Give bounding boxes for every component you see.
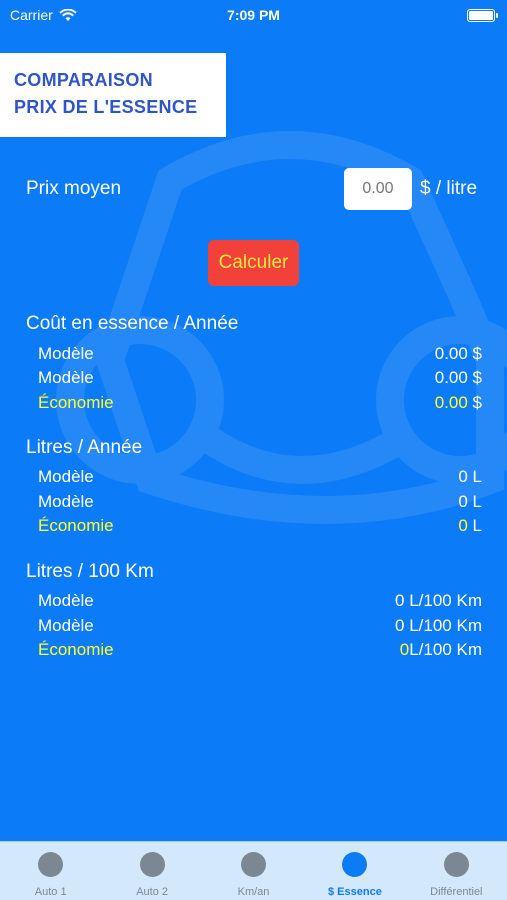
section-title-per100km: Litres / 100 Km: [26, 561, 154, 582]
tab-fuel-cost[interactable]: $ Essence: [304, 842, 405, 900]
tab-differential[interactable]: Différentiel: [406, 842, 507, 900]
status-time: 7:09 PM: [227, 7, 280, 23]
liters-model2-label: Modèle: [38, 492, 94, 511]
tab-bar: Auto 1 Auto 2 Km/an $ Essence Différenti…: [0, 841, 507, 900]
liters-model1-value: 0 L: [458, 467, 482, 486]
circle-icon: [241, 852, 267, 877]
tab-km-per-year[interactable]: Km/an: [203, 842, 304, 900]
calculate-button[interactable]: Calculer: [208, 240, 299, 286]
per100-model1-value: 0 L/100 Km: [395, 591, 482, 610]
tab-label: Auto 1: [34, 886, 67, 898]
per100-model2-label: Modèle: [38, 616, 94, 635]
circle-icon: [342, 852, 368, 877]
cost-savings-label: Économie: [38, 393, 114, 412]
cost-model1-label: Modèle: [38, 344, 94, 363]
section-title-liters: Litres / Année: [26, 437, 143, 458]
page-title-line2: PRIX DE L'ESSENCE: [14, 97, 198, 117]
per100-savings-value: 0L/100 Km: [400, 640, 482, 660]
price-unit-label: $ / litre: [420, 178, 478, 199]
liters-model2-value: 0 L: [458, 492, 482, 511]
cost-model2-value: 0.00 $: [434, 368, 482, 387]
tab-auto2[interactable]: Auto 2: [101, 842, 202, 900]
battery-icon: [467, 8, 498, 22]
per100-savings-amount: 0: [399, 640, 410, 659]
average-price-input[interactable]: [344, 168, 412, 210]
liters-savings-amount: 0: [458, 516, 468, 535]
tab-label: Différentiel: [430, 886, 483, 898]
tab-label: $ Essence: [328, 886, 382, 898]
status-bar: Carrier 7:09 PM: [0, 0, 507, 30]
circle-icon: [443, 852, 469, 877]
liters-model1-label: Modèle: [38, 467, 94, 486]
tab-label: Auto 2: [136, 886, 169, 898]
title-card: COMPARAISON PRIX DE L'ESSENCE: [0, 53, 226, 137]
cost-savings-amount: 0.00: [434, 393, 468, 412]
per100-model1-label: Modèle: [38, 591, 94, 610]
section-title-cost: Coût en essence / Année: [26, 313, 239, 334]
liters-savings-value: 0 L: [458, 516, 482, 536]
cost-model2-label: Modèle: [38, 368, 94, 387]
liters-savings-label: Économie: [38, 516, 114, 535]
average-price-label: Prix moyen: [26, 178, 122, 199]
cost-savings-value: 0.00 $: [435, 393, 482, 413]
tab-label: Km/an: [237, 886, 270, 898]
circle-icon: [38, 852, 64, 877]
per100-savings-unit: L/100 Km: [409, 640, 482, 659]
circle-icon: [139, 852, 165, 877]
per100-model2-value: 0 L/100 Km: [395, 616, 482, 635]
cost-savings-unit: $: [467, 393, 482, 412]
page-title-line1: COMPARAISON: [14, 70, 153, 90]
liters-savings-unit: L: [467, 516, 482, 535]
tab-auto1[interactable]: Auto 1: [0, 842, 101, 900]
cost-model1-value: 0.00 $: [434, 344, 482, 363]
per100-savings-label: Économie: [38, 640, 114, 659]
